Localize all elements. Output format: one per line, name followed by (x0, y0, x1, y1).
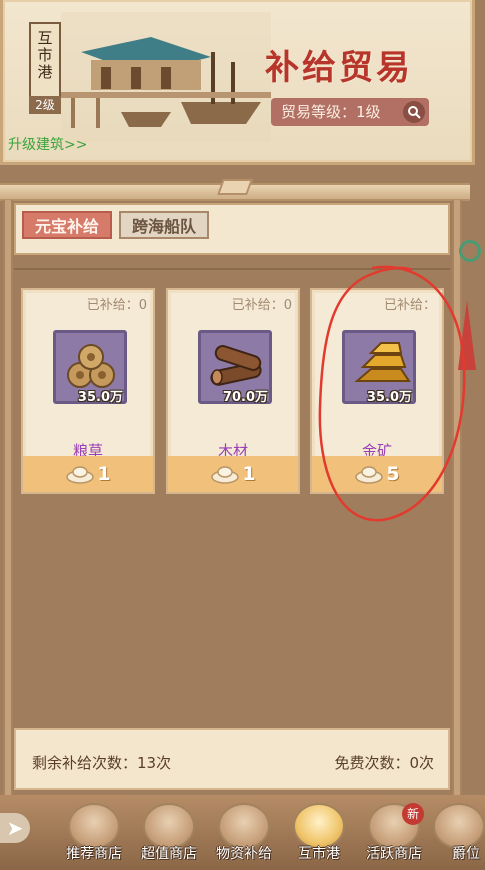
supply-card-grain[interactable]: 已补给：0 35.0万 粮草 1 (21, 288, 155, 494)
supplied-count: 已补给： (383, 298, 436, 313)
back-arrow-icon[interactable]: ➤ (0, 813, 30, 843)
price-value: 1 (242, 463, 256, 485)
harbor-illustration (61, 12, 271, 142)
supply-panel: 已补给：0 35.0万 粮草 1 已补给：0 70.0万 木材 1 已补给： 3… (14, 268, 450, 724)
supply-card-wood[interactable]: 已补给：0 70.0万 木材 1 (166, 288, 300, 494)
nav-label: 活跃商店 (366, 846, 422, 862)
nav-label: 超值商店 (141, 846, 197, 862)
supply-info-bar: 剩余补给次数：13次 免费次数：0次 (14, 728, 450, 790)
new-badge: 新 (402, 803, 424, 825)
yuanbao-icon (211, 466, 240, 484)
right-pillar (452, 200, 462, 860)
nav-value-shop[interactable]: 超值商店 (135, 803, 203, 867)
bottom-nav: ➤ 推荐商店 超值商店 物资补给 互市港 活跃商店 新 爵位 (0, 795, 485, 870)
trade-level-text: 贸易等级：1级 (281, 103, 381, 121)
header-banner: 互市港 2级 补给贸易 贸易等级：1级 升级建筑>> (0, 0, 475, 165)
tab-yuanbao-supply[interactable]: 元宝补给 (22, 211, 112, 239)
page-title: 补给贸易 (265, 48, 413, 88)
price-button[interactable]: 1 (23, 456, 153, 492)
price-button[interactable]: 5 (312, 456, 442, 492)
nav-trade-port[interactable]: 互市港 (285, 803, 353, 867)
search-icon[interactable] (403, 101, 425, 123)
port-level-badge: 2级 (29, 96, 61, 114)
upgrade-building-link[interactable]: 升级建筑>> (8, 134, 87, 154)
item-amount: 35.0万 (366, 390, 412, 405)
nav-nobility[interactable]: 爵位 (432, 803, 485, 867)
left-pillar (3, 200, 13, 860)
item-amount: 35.0万 (77, 390, 123, 405)
jade-ring-ornament (459, 240, 481, 262)
nav-label: 互市港 (298, 846, 340, 862)
nav-label: 物资补给 (216, 846, 272, 862)
supply-card-gold[interactable]: 已补给： 35.0万 金矿 5 (310, 288, 444, 494)
supplied-count: 已补给：0 (86, 298, 147, 313)
item-amount: 70.0万 (222, 390, 268, 405)
port-name: 互市港 (35, 30, 54, 81)
price-value: 5 (386, 463, 400, 485)
trade-level-bar: 贸易等级：1级 (271, 98, 429, 126)
nav-material-supply[interactable]: 物资补给 (210, 803, 278, 867)
price-value: 1 (97, 463, 111, 485)
yuanbao-icon (66, 466, 95, 484)
price-button[interactable]: 1 (168, 456, 298, 492)
free-count: 免费次数：0次 (334, 754, 434, 772)
supplied-count: 已补给：0 (231, 298, 292, 313)
nav-label: 爵位 (452, 846, 480, 862)
nav-activity-shop[interactable]: 活跃商店 新 (360, 803, 428, 867)
remaining-supply-count: 剩余补给次数：13次 (32, 754, 172, 772)
nav-recommended-shop[interactable]: 推荐商店 (60, 803, 128, 867)
divider-ornament (217, 179, 253, 195)
red-tassel-ornament (458, 300, 476, 370)
tab-overseas-fleet[interactable]: 跨海船队 (119, 211, 209, 239)
header-divider (0, 179, 470, 201)
yuanbao-icon (355, 466, 384, 484)
tab-strip: 元宝补给 跨海船队 (14, 203, 450, 255)
nav-label: 推荐商店 (66, 846, 122, 862)
port-tag: 互市港 2级 (29, 22, 61, 114)
